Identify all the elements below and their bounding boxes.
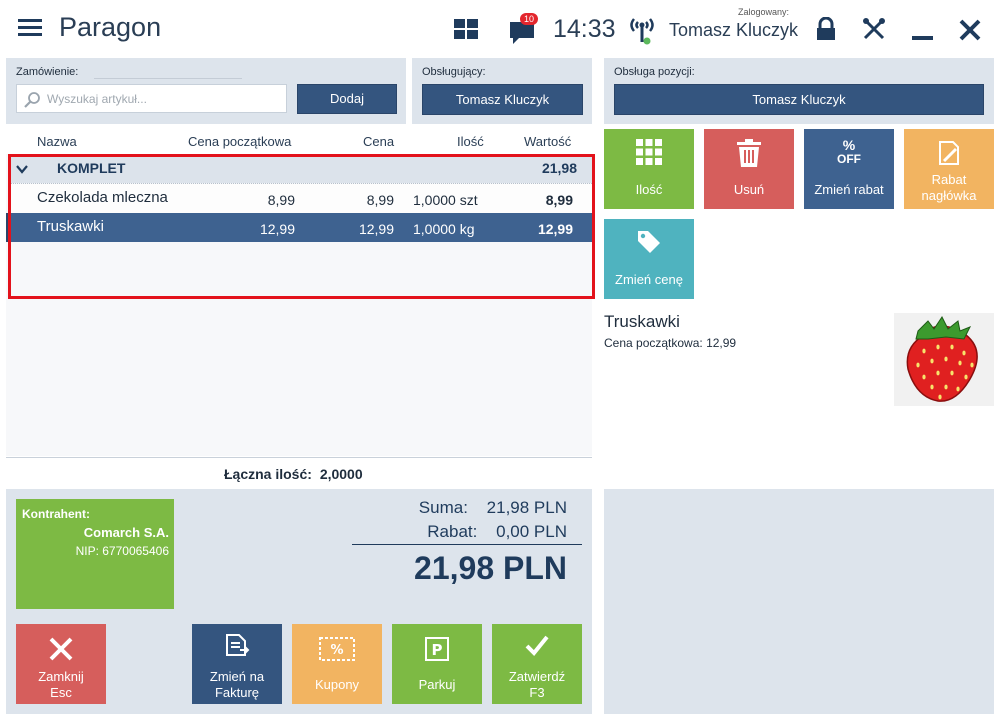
park-label: Parkuj xyxy=(418,677,456,692)
grand-total: 21,98 PLN xyxy=(414,550,567,586)
confirm-label: Zatwierdź F3 xyxy=(508,669,566,700)
total-qty-value: 2,0000 xyxy=(319,466,363,482)
park-tile[interactable]: P Parkuj xyxy=(392,624,482,704)
contractor-nip: NIP: 6770065406 xyxy=(75,544,169,558)
item-info-price-label: Cena początkowa: xyxy=(604,336,703,350)
close-icon[interactable] xyxy=(959,19,981,41)
serving-user-button[interactable]: Tomasz Kluczyk xyxy=(422,84,583,115)
product-image xyxy=(894,313,994,406)
delete-tile[interactable]: Usuń xyxy=(704,129,794,209)
order-underline xyxy=(94,78,242,79)
summary-box: Suma: 21,98 PLN Rabat: 0,00 PLN 21,98 PL… xyxy=(352,496,582,591)
invoice-icon xyxy=(226,634,250,656)
change-price-tile[interactable]: Zmień cenę xyxy=(604,219,694,299)
change-to-invoice-label: Zmień na Fakturę xyxy=(209,669,265,700)
confirm-tile[interactable]: Zatwierdź F3 xyxy=(492,624,582,704)
login-label: Zalogowany: xyxy=(738,7,790,17)
close-tile[interactable]: Zamknij Esc xyxy=(16,624,106,704)
x-icon xyxy=(49,637,73,661)
position-user-button[interactable]: Tomasz Kluczyk xyxy=(614,84,984,115)
total-qty-line: Łączna ilość: 2,0000 xyxy=(224,466,363,482)
col-start-price[interactable]: Cena początkowa xyxy=(188,134,291,149)
price-tag-icon xyxy=(638,231,660,253)
coupon-icon: % xyxy=(319,637,355,661)
discount-value: 0,00 PLN xyxy=(496,522,567,541)
keypad-icon xyxy=(636,139,662,165)
item-info-name: Truskawki xyxy=(604,312,680,331)
col-value[interactable]: Wartość xyxy=(524,134,571,149)
sum-label: Suma: xyxy=(418,498,468,517)
item-info-price-value: 12,99 xyxy=(706,336,737,350)
change-price-label: Zmień cenę xyxy=(615,272,683,287)
total-qty-label: Łączna ilość: xyxy=(224,466,312,482)
order-label: Zamówienie: xyxy=(16,66,79,78)
notification-badge: 10 xyxy=(520,13,539,25)
search-input[interactable] xyxy=(47,90,277,108)
lock-icon[interactable] xyxy=(815,17,837,41)
app-title: Paragon xyxy=(59,12,162,42)
contractor-label: Kontrahent: xyxy=(22,507,90,521)
contractor-name: Comarch S.A. xyxy=(83,525,169,540)
menu-icon[interactable] xyxy=(18,19,42,37)
serving-label: Obsługujący: xyxy=(422,66,486,78)
dashboard-icon[interactable] xyxy=(454,19,478,39)
table-header-bg xyxy=(6,130,592,154)
connection-icon[interactable] xyxy=(628,15,656,45)
article-search[interactable] xyxy=(16,84,287,113)
summary-divider xyxy=(352,544,582,545)
strawberry-icon xyxy=(906,316,978,402)
edit-document-icon xyxy=(939,141,959,165)
item-info-price: Cena początkowa: 12,99 xyxy=(604,336,736,350)
delete-tile-label: Usuń xyxy=(733,182,765,197)
header: Paragon 10 14:33 Zalogowany: Tomasz Kluc… xyxy=(0,0,1002,58)
change-discount-label: Zmień rabat xyxy=(814,182,884,197)
tools-icon[interactable] xyxy=(862,17,886,41)
parking-icon: P xyxy=(425,637,449,661)
logged-user-name[interactable]: Tomasz Kluczyk xyxy=(669,20,798,41)
col-name[interactable]: Nazwa xyxy=(37,134,77,149)
qty-tile-label: Ilość xyxy=(635,182,663,197)
change-discount-tile[interactable]: % OFF Zmień rabat xyxy=(804,129,894,209)
sum-value: 21,98 PLN xyxy=(486,498,567,517)
percent-off-icon: % OFF xyxy=(837,137,861,166)
position-service-label: Obsługa pozycji: xyxy=(614,66,695,78)
add-button[interactable]: Dodaj xyxy=(297,84,397,114)
svg-text:%: % xyxy=(330,643,343,658)
header-discount-label: Rabat nagłówka xyxy=(921,172,977,203)
svg-text:P: P xyxy=(432,641,443,659)
qty-tile[interactable]: Ilość xyxy=(604,129,694,209)
checkmark-icon xyxy=(525,635,549,656)
trash-icon xyxy=(737,139,761,167)
coupons-label: Kupony xyxy=(314,677,360,692)
change-to-invoice-tile[interactable]: Zmień na Fakturę xyxy=(192,624,282,704)
close-tile-label: Zamknij Esc xyxy=(38,669,84,700)
bottom-right-panel xyxy=(604,489,994,714)
highlight-frame xyxy=(8,154,595,299)
discount-line: Rabat: 0,00 PLN xyxy=(427,522,567,542)
clock: 14:33 xyxy=(553,15,616,43)
contractor-tile[interactable]: Kontrahent: Comarch S.A. NIP: 6770065406 xyxy=(16,499,174,609)
col-price[interactable]: Cena xyxy=(363,134,394,149)
col-qty[interactable]: Ilość xyxy=(457,134,484,149)
search-icon xyxy=(24,92,40,108)
header-discount-tile[interactable]: Rabat nagłówka xyxy=(904,129,994,209)
coupons-tile[interactable]: % Kupony xyxy=(292,624,382,704)
discount-label: Rabat: xyxy=(427,522,478,541)
sum-line: Suma: 21,98 PLN xyxy=(419,498,567,518)
minimize-button[interactable] xyxy=(912,36,933,40)
